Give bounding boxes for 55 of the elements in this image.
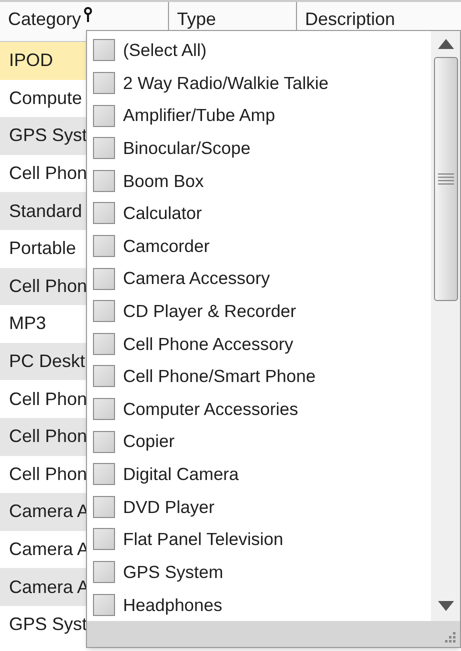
scroll-up-icon[interactable] bbox=[438, 39, 454, 49]
filter-option[interactable]: Headphones bbox=[93, 588, 431, 621]
table-cell-text: Cell Phon bbox=[9, 274, 88, 298]
table-cell-text: Cell Phon bbox=[9, 462, 88, 486]
checkbox[interactable] bbox=[93, 398, 115, 420]
checkbox[interactable] bbox=[93, 268, 115, 290]
filter-option[interactable]: 2 Way Radio/Walkie Talkie bbox=[93, 66, 431, 100]
checkbox[interactable] bbox=[93, 202, 115, 224]
filter-option[interactable]: Flat Panel Television bbox=[93, 523, 431, 556]
checkbox[interactable] bbox=[93, 594, 115, 616]
filter-option[interactable]: Boom Box bbox=[93, 164, 431, 198]
checkbox[interactable] bbox=[93, 137, 115, 160]
checkbox[interactable] bbox=[93, 528, 115, 550]
table-cell-text: Standard bbox=[9, 200, 82, 223]
scrollbar[interactable] bbox=[431, 31, 460, 621]
checkbox[interactable] bbox=[93, 332, 115, 355]
table-cell-text: GPS Syst bbox=[9, 613, 88, 636]
table-cell-text: GPS Syst bbox=[9, 124, 88, 148]
resize-grip-icon[interactable] bbox=[442, 630, 456, 644]
checkbox[interactable] bbox=[93, 463, 115, 486]
scroll-thumb[interactable] bbox=[434, 57, 458, 301]
filter-option[interactable]: Copier bbox=[93, 425, 431, 458]
filter-option[interactable]: Computer Accessories bbox=[93, 392, 431, 426]
table-cell-text: Cell Phon bbox=[9, 388, 88, 411]
table-cell-text: Portable bbox=[9, 237, 76, 260]
table-cell-text: MP3 bbox=[9, 312, 46, 336]
scroll-down-icon[interactable] bbox=[438, 601, 454, 611]
filter-option[interactable]: Cell Phone/Smart Phone bbox=[93, 360, 431, 393]
filter-option[interactable]: CD Player & Recorder bbox=[93, 294, 431, 328]
filter-option[interactable]: Calculator bbox=[93, 197, 431, 230]
checkbox[interactable] bbox=[93, 234, 115, 257]
filter-option[interactable]: Digital Camera bbox=[93, 458, 431, 491]
checkbox[interactable] bbox=[93, 170, 115, 192]
table-cell-text: Cell Phon bbox=[9, 425, 88, 448]
filter-option[interactable]: Cell Phone Accessory bbox=[93, 327, 431, 360]
table-cell-text: PC Deskt bbox=[9, 350, 86, 374]
checkbox[interactable] bbox=[93, 300, 115, 322]
filter-option[interactable]: GPS System bbox=[93, 556, 431, 588]
checkbox[interactable] bbox=[93, 365, 115, 388]
checkbox[interactable] bbox=[93, 72, 115, 94]
grip-lines-icon bbox=[438, 173, 454, 185]
checkbox[interactable] bbox=[93, 104, 115, 127]
filter-option[interactable]: Camera Accessory bbox=[93, 262, 431, 295]
checkbox[interactable] bbox=[93, 561, 115, 584]
checkbox[interactable] bbox=[93, 39, 115, 62]
filter-option[interactable]: Camcorder bbox=[93, 230, 431, 262]
filter-option[interactable]: DVD Player bbox=[93, 490, 431, 524]
filter-pin-icon[interactable] bbox=[83, 7, 94, 23]
table-cell-text: IPOD bbox=[9, 49, 54, 72]
table-cell-text: Cell Phon bbox=[9, 162, 88, 186]
table-cell-text: Compute bbox=[9, 86, 82, 110]
filter-option[interactable]: Amplifier/Tube Amp bbox=[93, 99, 431, 132]
filter-option[interactable]: Binocular/Scope bbox=[93, 132, 431, 164]
checkbox[interactable] bbox=[93, 496, 115, 518]
checkbox[interactable] bbox=[93, 430, 115, 453]
